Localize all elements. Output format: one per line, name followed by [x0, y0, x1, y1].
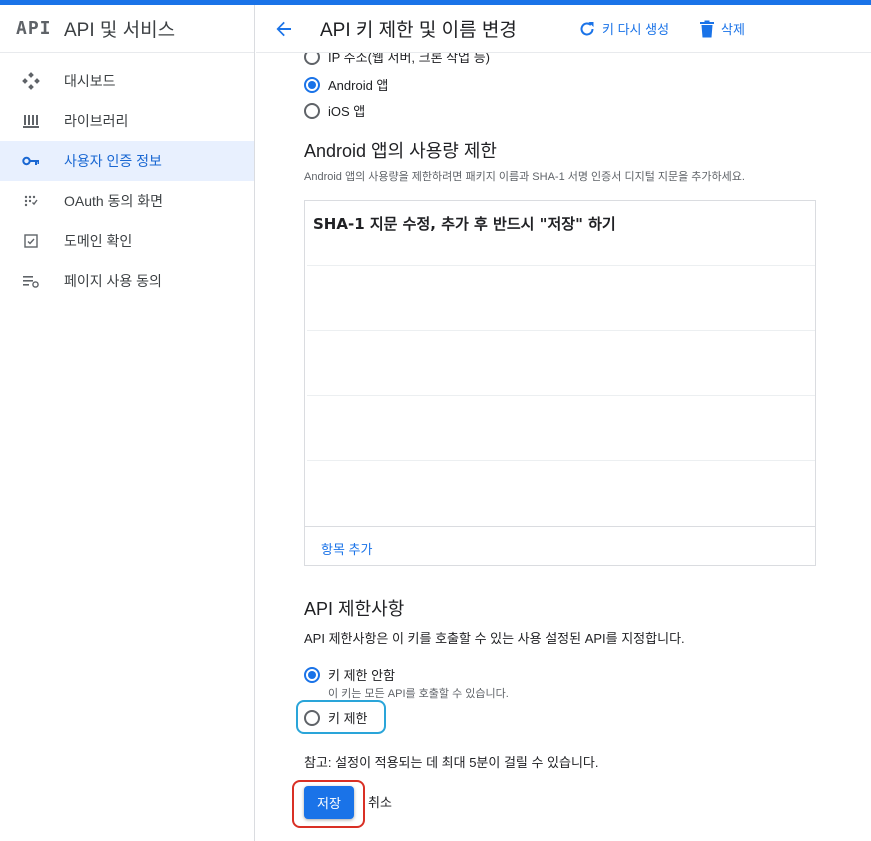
api-restrictions-heading: API 제한사항	[304, 599, 405, 619]
api-restrictions-description: API 제한사항은 이 키를 호출할 수 있는 사용 설정된 API를 지정합니…	[304, 631, 685, 646]
regenerate-key-button[interactable]: 키 다시 생성	[578, 19, 669, 38]
sidebar-item-label: 페이지 사용 동의	[64, 273, 162, 289]
dashboard-icon	[0, 72, 64, 90]
sidebar-item-label: 사용자 인증 정보	[64, 153, 162, 169]
radio-label: IP 주소(웹 서버, 크론 작업 등)	[328, 53, 490, 65]
arrow-back-icon	[276, 21, 291, 36]
sidebar-item-label: 대시보드	[64, 73, 116, 89]
list-footer: 항목 추가	[305, 526, 815, 566]
list-divider	[305, 460, 815, 461]
key-icon	[0, 155, 64, 167]
sidebar-item-dashboard[interactable]: 대시보드	[0, 61, 254, 101]
radio-button-checked[interactable]	[304, 76, 320, 93]
regenerate-key-label: 키 다시 생성	[602, 22, 670, 37]
save-button[interactable]: 저장	[304, 786, 354, 819]
sidebar-item-oauth-consent[interactable]: OAuth 동의 화면	[0, 181, 254, 221]
no-restriction-helper-text: 이 키는 모든 API를 호출할 수 있습니다.	[328, 688, 509, 700]
radio-button[interactable]	[304, 102, 320, 119]
radio-android-apps[interactable]: Android 앱	[304, 75, 388, 94]
radio-restrict-key[interactable]: 키 제한	[304, 708, 368, 727]
sidebar-item-credentials[interactable]: 사용자 인증 정보	[0, 141, 254, 181]
main-content: IP 주소(웹 서버, 크론 작업 등) Android 앱 iOS 앱 And…	[256, 53, 871, 841]
sidebar-item-label: OAuth 동의 화면	[64, 193, 163, 209]
list-divider	[305, 330, 815, 331]
trash-icon	[700, 20, 715, 37]
sidebar-header: API API 및 서비스	[0, 5, 254, 53]
page-consent-icon	[0, 273, 64, 289]
radio-ios-apps[interactable]: iOS 앱	[304, 101, 365, 120]
list-divider	[305, 265, 815, 266]
back-button[interactable]	[256, 20, 312, 38]
radio-button[interactable]	[304, 709, 320, 726]
sidebar-title: API 및 서비스	[64, 20, 176, 41]
library-icon	[0, 113, 64, 129]
radio-label: Android 앱	[328, 78, 389, 93]
sidebar-item-domain-verification[interactable]: 도메인 확인	[0, 221, 254, 261]
radio-button-checked[interactable]	[304, 666, 320, 683]
android-section-heading: Android 앱의 사용량 제한	[304, 141, 497, 161]
radio-label: iOS 앱	[328, 104, 366, 119]
add-item-link[interactable]: 항목 추가	[321, 539, 372, 558]
domain-verify-icon	[0, 234, 64, 248]
sidebar-item-library[interactable]: 라이브러리	[0, 101, 254, 141]
sidebar-item-label: 라이브러리	[64, 113, 129, 129]
refresh-icon	[580, 21, 594, 35]
page-title: API 키 제한 및 이름 변경	[320, 20, 517, 41]
radio-no-restriction[interactable]: 키 제한 안함	[304, 665, 395, 684]
sidebar-item-label: 도메인 확인	[64, 233, 133, 249]
settings-apply-note: 참고: 설정이 적용되는 데 최대 5분이 걸릴 수 있습니다.	[304, 755, 599, 770]
list-divider	[305, 395, 815, 396]
api-logo: API	[16, 18, 52, 39]
radio-label: 키 제한 안함	[328, 668, 396, 683]
delete-button[interactable]: 삭제	[699, 19, 745, 38]
radio-button[interactable]	[304, 53, 320, 65]
oauth-consent-icon	[0, 193, 64, 209]
radio-label: 키 제한	[328, 711, 368, 726]
sha1-fingerprint-list: SHA-1 지문 수정, 추가 후 반드시 "저장" 하기 항목 추가	[304, 200, 816, 566]
sha1-instruction-note: SHA-1 지문 수정, 추가 후 반드시 "저장" 하기	[313, 215, 616, 233]
radio-ip-address[interactable]: IP 주소(웹 서버, 크론 작업 등)	[304, 53, 490, 66]
cancel-button[interactable]: 취소	[368, 786, 392, 819]
delete-label: 삭제	[721, 22, 745, 37]
sidebar-item-page-consent[interactable]: 페이지 사용 동의	[0, 261, 254, 301]
page-header: API 키 제한 및 이름 변경 키 다시 생성 삭제	[256, 5, 871, 53]
sidebar-nav: 대시보드 라이브러리 사용자 인증 정보 OAuth 동의 화면 도메인 확인	[0, 61, 254, 301]
android-section-description: Android 앱의 사용량을 제한하려면 패키지 이름과 SHA-1 서명 인…	[304, 171, 745, 183]
sidebar: API API 및 서비스 대시보드 라이브러리 사용자 인증 정보 OAuth…	[0, 5, 255, 841]
